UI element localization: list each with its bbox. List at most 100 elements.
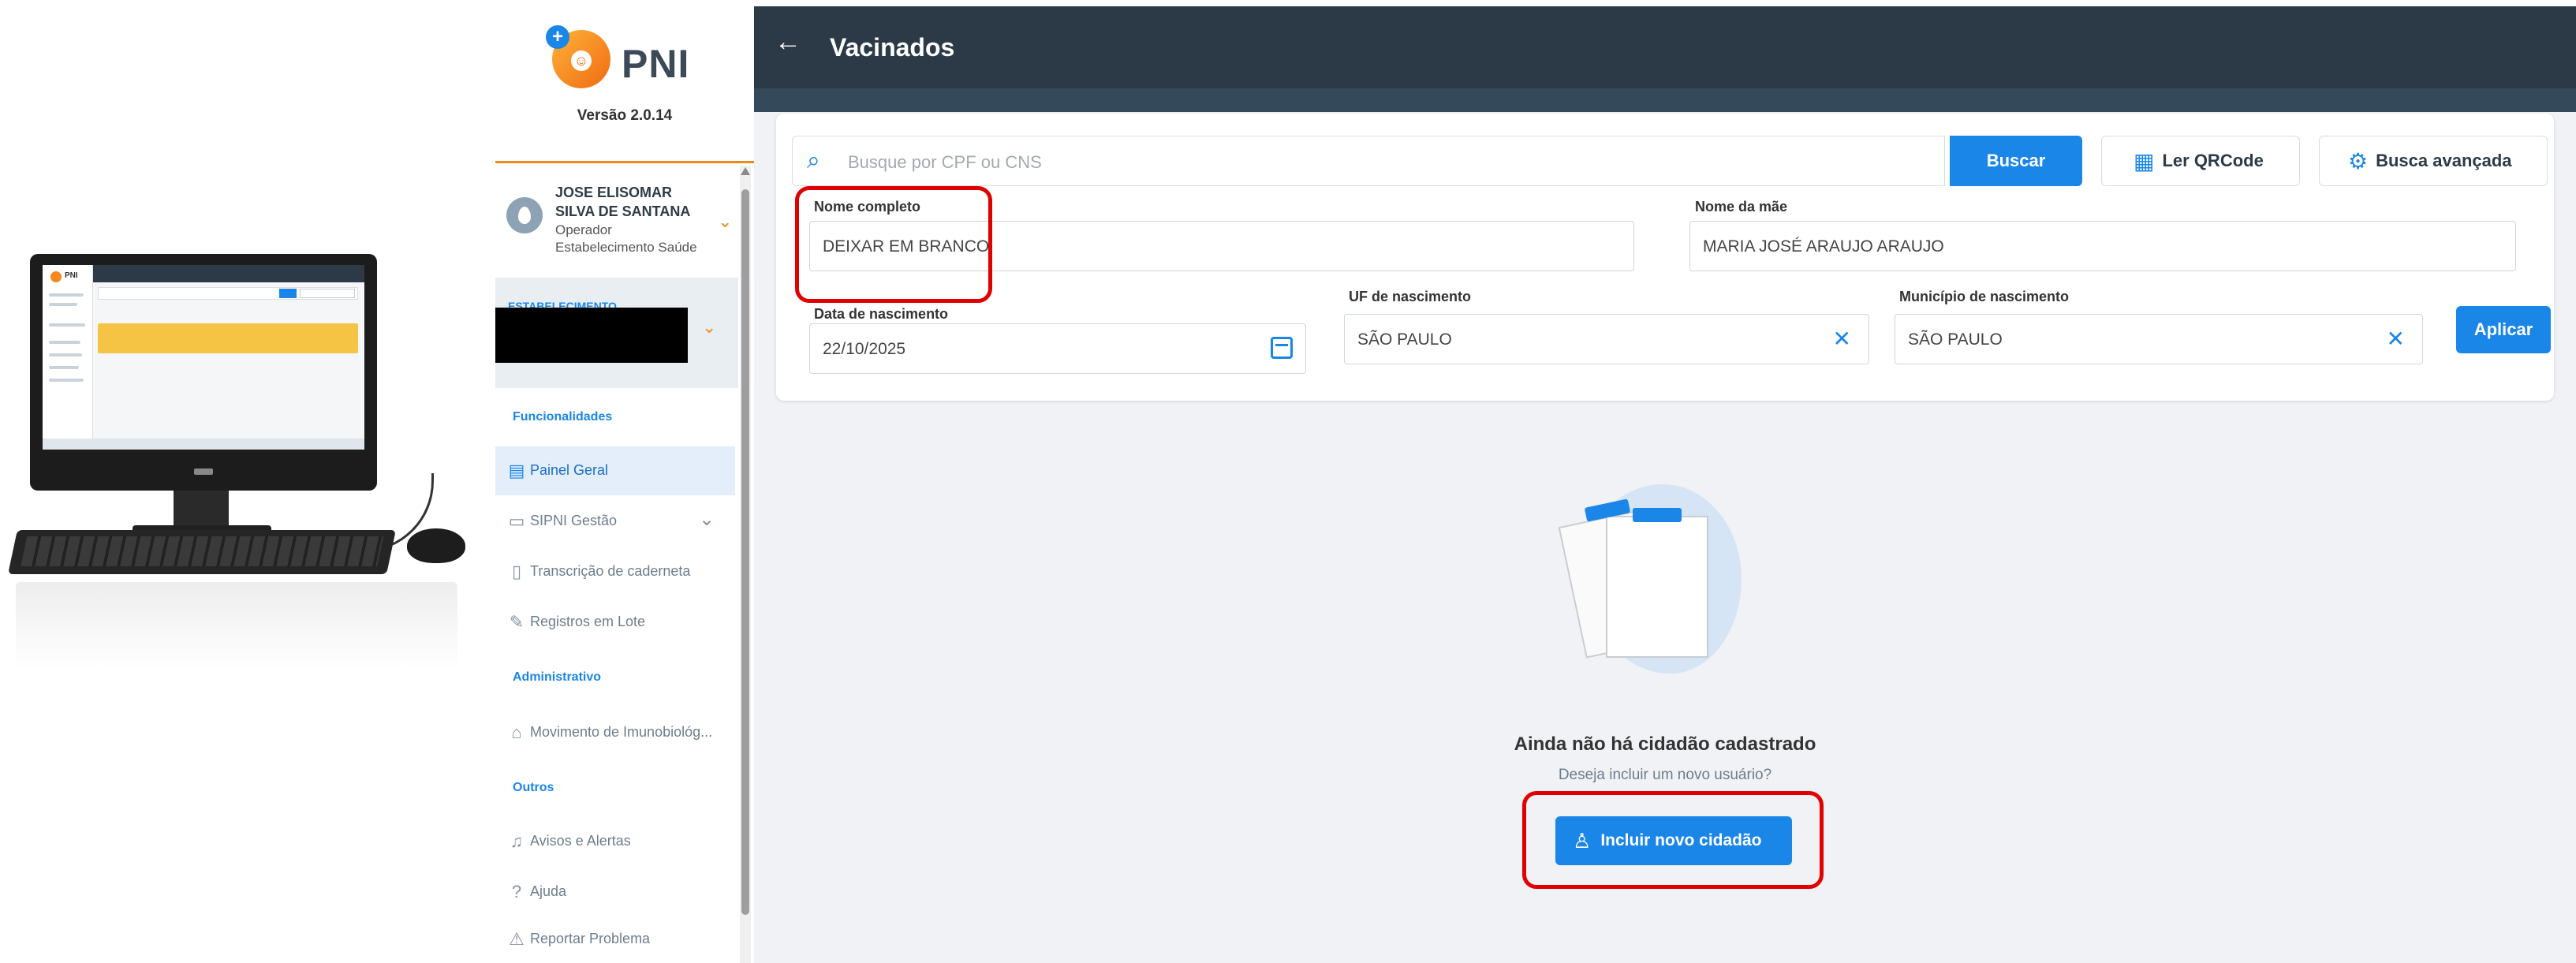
sidebar-item-transcricao[interactable]: ▯ Transcrição de caderneta [495, 547, 735, 596]
monitor-screen-thumbnail: PNI [43, 265, 364, 450]
uf-nascimento-value: SÃO PAULO [1357, 330, 1452, 349]
main-content: ← Vacinados ⌕ Busque por CPF ou CNS Busc… [754, 6, 2576, 963]
sidebar-item-painel-geral[interactable]: ▤ Painel Geral [495, 446, 735, 495]
syringe-icon: ✎ [509, 612, 525, 632]
section-administrativo: Administrativo [513, 670, 602, 684]
section-funcionalidades: Funcionalidades [513, 410, 613, 424]
sidebar-item-label: Transcrição de caderneta [530, 563, 691, 579]
mini-topbar [93, 265, 364, 282]
clear-icon[interactable]: ✕ [2387, 326, 2405, 352]
qrcode-icon: ▦ [2134, 149, 2155, 174]
mini-button [300, 289, 355, 298]
mini-sidebar: PNI [43, 265, 93, 450]
mini-taskbar [43, 439, 364, 450]
app-version: Versão 2.0.14 [577, 107, 673, 124]
sidebar-item-movimento-imunobiologico[interactable]: ⌂ Movimento de Imunobiológ... [495, 708, 735, 757]
gear-icon: ⚙ [2348, 149, 2369, 174]
monitor-logo [194, 468, 213, 475]
empty-state-title: Ainda não há cidadão cadastrado [1514, 733, 1816, 755]
topbar-strip [754, 88, 2576, 112]
qrcode-button[interactable]: ▦ Ler QRCode [2101, 136, 2300, 186]
aplicar-button[interactable]: Aplicar [2456, 306, 2551, 353]
back-arrow-icon[interactable]: ← [775, 27, 801, 58]
sidebar-item-avisos[interactable]: ♫ Avisos e Alertas [495, 817, 735, 866]
mini-line [49, 303, 77, 306]
nome-mae-label: Nome da mãe [1695, 199, 1788, 215]
qrcode-label: Ler QRCode [2162, 151, 2264, 170]
clip-icon [1633, 508, 1682, 522]
highlight-incluir [1522, 791, 1824, 889]
sidebar-item-sipni-gestao[interactable]: ▭ SIPNI Gestão ⌄ [495, 497, 735, 546]
municipio-nascimento-value: SÃO PAULO [1908, 330, 2003, 349]
search-card: ⌕ Busque por CPF ou CNS Buscar ▦ Ler QRCo… [776, 114, 2554, 401]
user-establishment-type: Estabelecimento Saúde [555, 240, 697, 255]
sidebar-item-label: Registros em Lote [530, 614, 646, 629]
mini-line [49, 353, 82, 356]
mini-line [49, 323, 85, 327]
hand-box-icon: ⌂ [511, 722, 522, 742]
notebook-icon: ▯ [511, 562, 522, 581]
sidebar-item-label: Avisos e Alertas [530, 833, 631, 849]
chevron-down-icon[interactable]: ⌄ [702, 317, 716, 338]
establishment-selector[interactable]: ESTABELECIMENTO ⌄ [495, 278, 738, 388]
sidebar-divider [495, 161, 754, 163]
data-nascimento-value: 22/10/2025 [823, 340, 906, 358]
advanced-search-label: Busca avançada [2376, 151, 2512, 170]
mini-logo-icon [50, 271, 62, 282]
section-outros: Outros [513, 781, 554, 794]
avatar [506, 197, 543, 233]
nome-mae-value: MARIA JOSÉ ARAUJO ARAUJO [1703, 237, 1944, 256]
empty-state-subtitle: Deseja incluir um novo usuário? [1558, 767, 1772, 783]
bell-icon: ♫ [510, 831, 524, 851]
advanced-search-button[interactable]: ⚙ Busca avançada [2319, 136, 2548, 186]
sidebar-item-label: SIPNI Gestão [530, 513, 618, 528]
nome-mae-field[interactable]: MARIA JOSÉ ARAUJO ARAUJO [1689, 221, 2516, 271]
sidebar-item-registros-lote[interactable]: ✎ Registros em Lote [495, 598, 735, 647]
topbar: ← Vacinados [754, 6, 2576, 88]
scroll-up-arrow-icon[interactable] [741, 167, 750, 175]
laptop-icon: ▭ [508, 511, 525, 531]
screen: PNI ☺ + PNI Versão 2.0.14 JOSE ELISOMAR … [0, 0, 2576, 963]
computer-illustration: PNI [0, 237, 473, 678]
redacted-establishment [495, 308, 688, 363]
reflection [16, 582, 457, 669]
chevron-down-icon[interactable]: ⌄ [718, 211, 732, 232]
sidebar-item-reportar[interactable]: ⚠ Reportar Problema [495, 915, 735, 963]
sidebar-item-ajuda[interactable]: ? Ajuda [495, 868, 735, 916]
help-circle-icon: ? [511, 882, 522, 901]
brand-name: PNI [622, 42, 690, 86]
monitor: PNI [30, 254, 377, 491]
dashboard-icon: ▤ [508, 461, 525, 480]
user-profile[interactable]: JOSE ELISOMAR SILVA DE SANTANA Operador … [506, 180, 735, 256]
sidebar-item-label: Movimento de Imunobiológ... [530, 724, 713, 740]
mini-button [279, 289, 297, 298]
search-input[interactable]: ⌕ Busque por CPF ou CNS [792, 136, 1945, 186]
mouse [407, 528, 465, 563]
mini-line [49, 293, 84, 297]
chevron-down-icon[interactable]: ⌄ [699, 508, 715, 531]
clear-icon[interactable]: ✕ [1833, 326, 1851, 352]
municipio-nascimento-field[interactable]: SÃO PAULO ✕ [1895, 314, 2423, 364]
calendar-icon[interactable] [1271, 337, 1293, 359]
buscar-button[interactable]: Buscar [1950, 136, 2082, 186]
search-placeholder: Busque por CPF ou CNS [848, 152, 1042, 172]
smile-icon: ☺ [571, 50, 592, 71]
keyboard [8, 530, 396, 574]
search-icon: ⌕ [807, 147, 820, 174]
uf-nascimento-field[interactable]: SÃO PAULO ✕ [1344, 314, 1869, 364]
empty-clipboard-illustration [1557, 476, 1746, 681]
mini-line [49, 366, 79, 369]
drop-icon [518, 207, 531, 224]
mini-line [49, 341, 80, 344]
sidebar-scrollbar-thumb[interactable] [741, 189, 749, 915]
highlight-nome-completo [795, 186, 992, 303]
municipio-nascimento-label: Município de nascimento [1899, 289, 2070, 304]
data-nascimento-field[interactable]: 22/10/2025 [809, 323, 1306, 374]
user-name: JOSE ELISOMAR SILVA DE SANTANA [555, 185, 691, 219]
sidebar-item-label: Painel Geral [530, 462, 609, 478]
mini-brand: PNI [65, 271, 78, 280]
mini-line [49, 379, 84, 382]
page-title: Vacinados [830, 33, 955, 62]
mini-alert [98, 323, 358, 353]
user-role: Operador [555, 222, 612, 237]
